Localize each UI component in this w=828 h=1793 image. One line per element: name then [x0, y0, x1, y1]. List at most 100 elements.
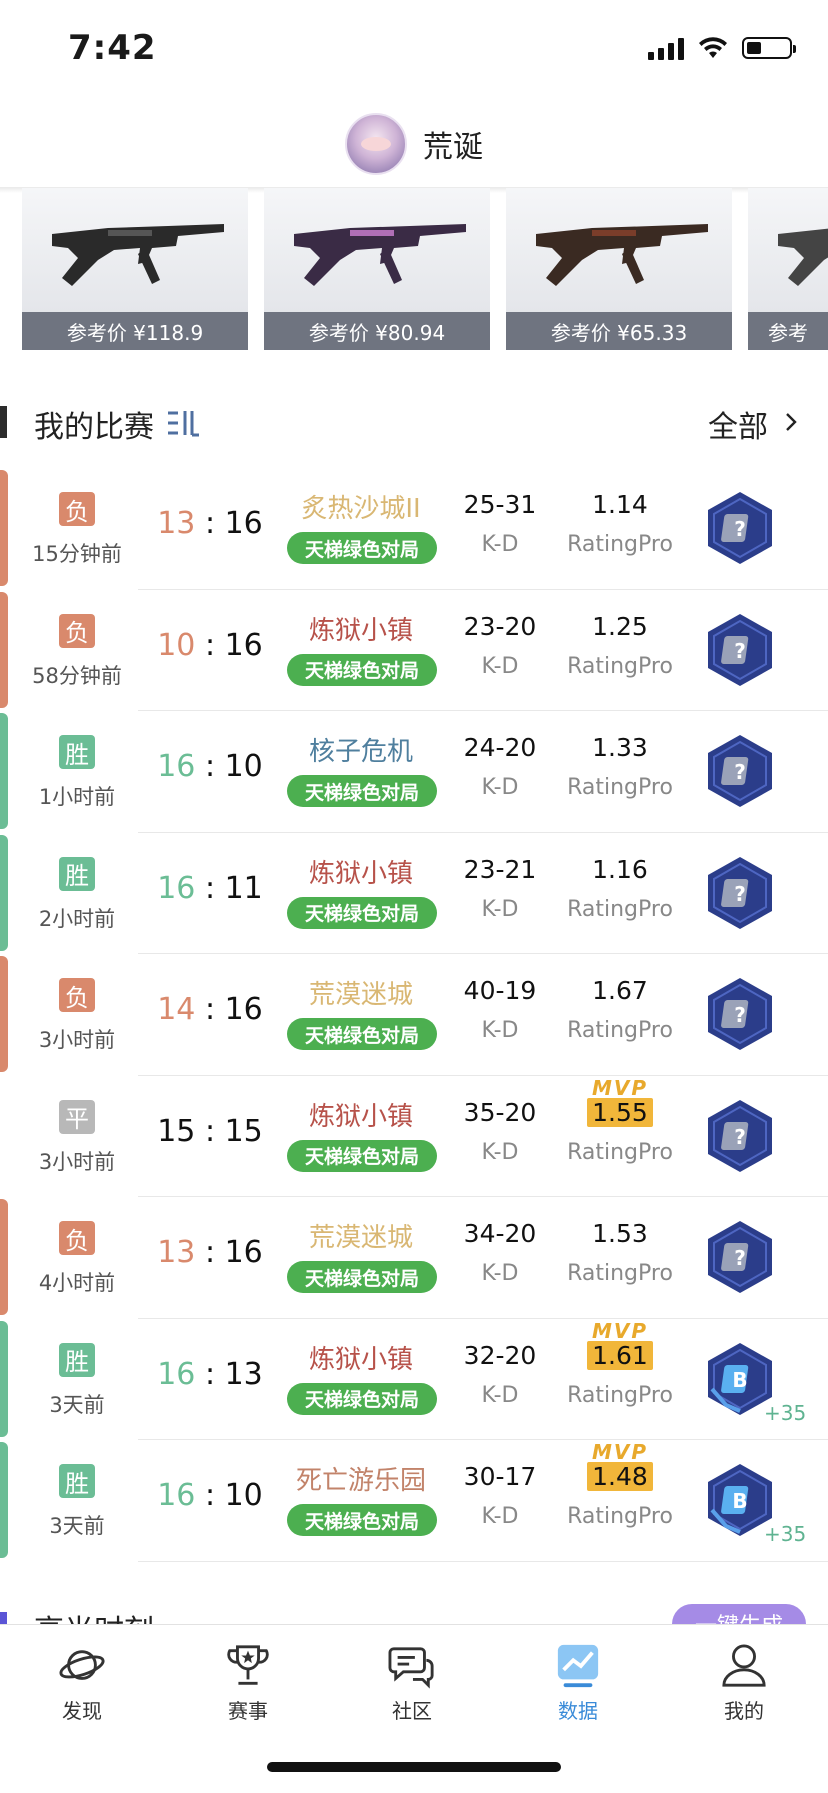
- my-score: 13: [157, 506, 196, 541]
- rating-label: RatingPro: [567, 896, 673, 922]
- reference-price: 参考价 ¥80.94: [264, 312, 490, 350]
- svg-text:B: B: [732, 1368, 747, 1392]
- svg-text:?: ?: [734, 760, 746, 784]
- rating-value: 1.67: [592, 976, 648, 1005]
- match-row[interactable]: 平 3小时前 15 : 15 炼狱小镇 天梯绿色对局 35-20 K-D MVP 1.55 Rat…: [0, 1076, 828, 1197]
- result-stripe: [0, 713, 8, 829]
- match-time-ago: 2小时前: [38, 906, 116, 931]
- match-row[interactable]: 负 58分钟前 10 : 16 炼狱小镇 天梯绿色对局 23-20 K-D 1.25 Ratin…: [0, 590, 828, 711]
- rank-unknown-icon[interactable]: ?: [704, 612, 776, 688]
- kd-label: K-D: [481, 775, 519, 800]
- kd-value: 23-21: [463, 854, 537, 884]
- result-stripe: [0, 591, 8, 708]
- opponent-score: 13: [224, 1356, 263, 1392]
- avatar[interactable]: [345, 113, 407, 175]
- rank-unknown-icon[interactable]: ?: [704, 733, 776, 809]
- match-row[interactable]: 胜 2小时前 16 : 11 炼狱小镇 天梯绿色对局 23-21 K-D 1.16 Rating…: [0, 833, 828, 954]
- result-stripe: [0, 1442, 8, 1558]
- my-score: 15: [157, 1113, 196, 1149]
- planet-icon: [59, 1650, 105, 1680]
- view-all-link[interactable]: 全部: [708, 402, 768, 446]
- match-score: 10 : 16: [150, 628, 270, 663]
- section-title: 高光时刻: [34, 1606, 154, 1626]
- kd-value: 23-20: [463, 611, 537, 641]
- battery-icon: [742, 37, 796, 59]
- match-row[interactable]: 负 4小时前 13 : 16 荒漠迷城 天梯绿色对局 34-20 K-D 1.53 Rating…: [0, 1197, 828, 1319]
- skin-card[interactable]: 参考价 ¥118.9: [22, 188, 248, 350]
- match-row[interactable]: 胜 3天前 16 : 10 死亡游乐园 天梯绿色对局 30-17 K-D MVP 1.48 Rat…: [0, 1440, 828, 1562]
- rating-label: RatingPro: [567, 1382, 673, 1408]
- result-stripe: [0, 1320, 8, 1437]
- mode-badge: 天梯绿色对局: [287, 1504, 437, 1536]
- tab-chart[interactable]: 数据: [528, 1643, 628, 1724]
- match-row[interactable]: 负 3小时前 14 : 16 荒漠迷城 天梯绿色对局 40-19 K-D 1.67 Rating…: [0, 954, 828, 1076]
- score-separator: :: [195, 627, 225, 663]
- tab-profile[interactable]: 我的: [694, 1643, 794, 1724]
- match-score: 16 : 10: [150, 749, 270, 784]
- reference-price: 参考: [748, 312, 828, 350]
- tab-trophy[interactable]: 赛事: [198, 1643, 298, 1724]
- skin-inventory-strip[interactable]: 参考价 ¥118.9 参考价 ¥80.94 参考价 ¥65.33 参考: [22, 188, 828, 350]
- filter-icon[interactable]: [166, 408, 200, 438]
- rank-unknown-icon[interactable]: ?: [704, 976, 776, 1052]
- opponent-score: 15: [224, 1113, 263, 1149]
- score-separator: :: [195, 1235, 225, 1270]
- match-row[interactable]: 胜 3天前 16 : 13 炼狱小镇 天梯绿色对局 32-20 K-D MVP 1.61 Rati…: [0, 1318, 828, 1440]
- rank-unknown-icon[interactable]: ?: [704, 855, 776, 931]
- rank-unknown-icon[interactable]: ?: [704, 1219, 776, 1295]
- score-separator: :: [195, 870, 225, 906]
- opponent-score: 16: [224, 1235, 263, 1270]
- my-score: 16: [157, 1478, 196, 1513]
- match-time-ago: 58分钟前: [32, 663, 122, 688]
- generate-button[interactable]: 一键生成: [672, 1604, 806, 1626]
- map-name: 炼狱小镇: [308, 1101, 413, 1132]
- result-badge: 胜: [59, 735, 95, 769]
- chat-bubbles-icon: [388, 1647, 434, 1689]
- mvp-tag: MVP: [591, 1318, 649, 1343]
- match-score: 13 : 16: [150, 1235, 270, 1270]
- skin-card[interactable]: 参考: [748, 188, 828, 350]
- match-list: 负 15分钟前 13 : 16 炙热沙城II 天梯绿色对局 25-31 K-D 1.14 Rat…: [0, 468, 828, 1562]
- tab-chat-bubbles[interactable]: 社区: [362, 1643, 462, 1724]
- rank-unknown-icon[interactable]: ?: [704, 1098, 776, 1174]
- result-badge: 负: [59, 613, 95, 648]
- rating-label: RatingPro: [567, 532, 673, 557]
- wifi-icon: [699, 37, 727, 58]
- mvp-tag: MVP: [591, 1440, 649, 1464]
- skin-card[interactable]: 参考价 ¥80.94: [264, 188, 490, 350]
- svg-text:B: B: [732, 1489, 747, 1513]
- kd-value: 35-20: [463, 1097, 537, 1127]
- match-row[interactable]: 负 15分钟前 13 : 16 炙热沙城II 天梯绿色对局 25-31 K-D 1.14 Rat…: [0, 468, 828, 590]
- user-name: 荒诞: [423, 130, 483, 165]
- rank-unknown-icon[interactable]: ?: [704, 490, 776, 566]
- kd-label: K-D: [481, 1018, 519, 1043]
- mode-badge: 天梯绿色对局: [287, 1018, 437, 1050]
- mode-badge: 天梯绿色对局: [287, 775, 437, 807]
- svg-text:?: ?: [734, 1125, 746, 1149]
- tab-planet[interactable]: 发现: [32, 1643, 132, 1724]
- rating-value: 1.14: [592, 490, 648, 519]
- match-score: 16 : 10: [150, 1478, 270, 1513]
- my-score: 14: [157, 992, 196, 1027]
- opponent-score: 11: [224, 870, 263, 906]
- mode-badge: 天梯绿色对局: [287, 653, 437, 686]
- my-score: 13: [157, 1235, 196, 1270]
- map-name: 荒漠迷城: [308, 980, 413, 1010]
- match-score: 14 : 16: [150, 992, 270, 1027]
- result-stripe: [0, 1199, 8, 1315]
- chevron-right-icon[interactable]: [784, 412, 798, 432]
- match-row[interactable]: 胜 1小时前 16 : 10 核子危机 天梯绿色对局 24-20 K-D 1.33 Rating…: [0, 711, 828, 833]
- kd-label: K-D: [481, 1139, 519, 1165]
- kd-label: K-D: [481, 1382, 519, 1408]
- result-badge: 平: [59, 1099, 95, 1134]
- rank-delta: +35: [764, 1400, 807, 1425]
- rating-value: 1.16: [592, 854, 648, 884]
- tab-label: 赛事: [228, 1699, 268, 1723]
- skin-card[interactable]: 参考价 ¥65.33: [506, 188, 732, 350]
- map-name: 死亡游乐园: [295, 1466, 426, 1496]
- kd-value: 30-17: [463, 1462, 537, 1491]
- match-time-ago: 3天前: [49, 1392, 105, 1417]
- status-time: 7:42: [68, 28, 157, 68]
- home-indicator: [267, 1762, 561, 1772]
- map-name: 炙热沙城II: [301, 494, 421, 524]
